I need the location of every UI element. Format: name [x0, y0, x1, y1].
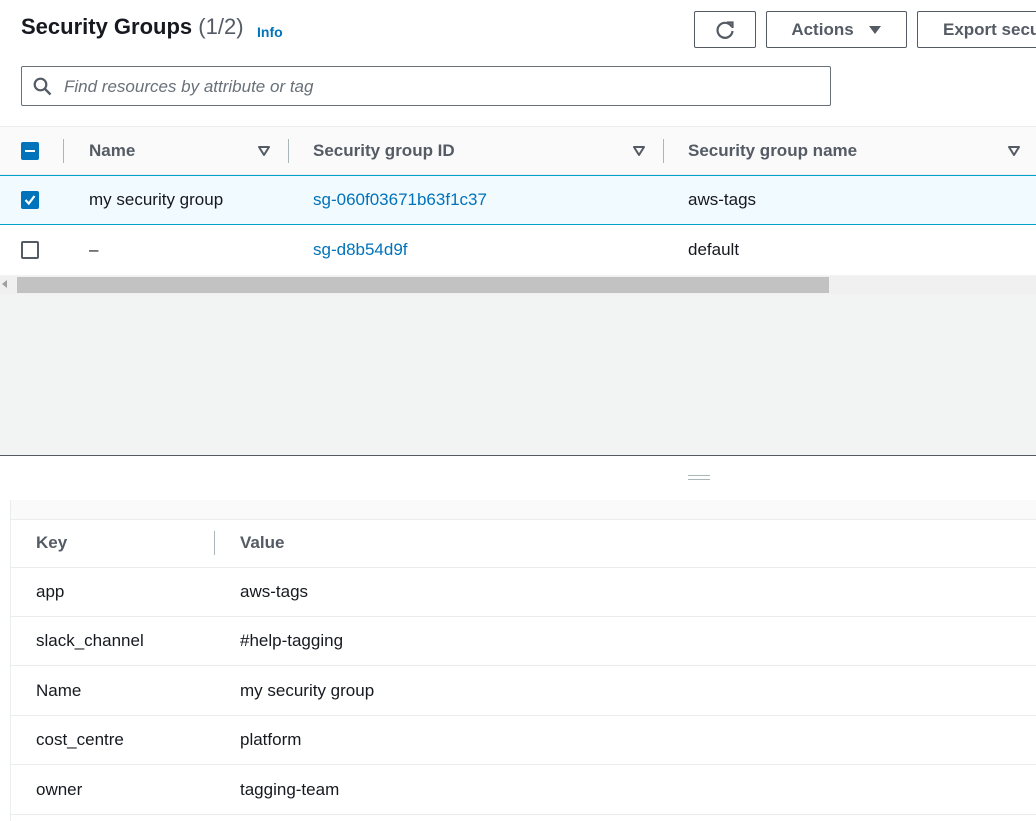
refresh-button[interactable]: [694, 11, 756, 48]
column-header-security-group-name[interactable]: Security group name: [688, 127, 857, 174]
split-pane-header: [0, 456, 1036, 500]
export-button[interactable]: Export secu: [917, 11, 1036, 48]
column-separator[interactable]: [663, 139, 664, 163]
cell-name: my security group: [89, 190, 224, 209]
tag-row: Name my security group: [11, 667, 1036, 716]
search-icon: [33, 77, 52, 96]
row-checkbox[interactable]: [21, 191, 39, 209]
cell-security-group-name: aws-tags: [688, 190, 757, 209]
tags-column-value: Value: [240, 533, 285, 552]
cell-security-group-name: default: [688, 240, 740, 259]
tags-column-key: Key: [36, 533, 68, 552]
actions-button[interactable]: Actions: [766, 11, 907, 48]
scroll-left-arrow-icon[interactable]: [2, 280, 7, 288]
tag-value: aws-tags: [240, 582, 309, 601]
tag-key: Name: [36, 681, 82, 700]
sort-triangle-icon[interactable]: [257, 144, 271, 158]
tags-header-row: Key Value: [11, 519, 1036, 568]
sort-triangle-icon[interactable]: [1007, 144, 1021, 158]
table-row[interactable]: – sg-d8b54d9f default: [0, 225, 1036, 275]
column-header-name[interactable]: Name: [89, 127, 135, 174]
tag-row: slack_channel #help-tagging: [11, 617, 1036, 666]
search-input[interactable]: [62, 67, 826, 107]
selection-count: (1/2): [198, 14, 244, 39]
tag-value: tagging-team: [240, 780, 340, 799]
tag-row: app aws-tags: [11, 568, 1036, 617]
horizontal-scrollbar-thumb[interactable]: [17, 277, 829, 293]
tag-value: my security group: [240, 681, 375, 700]
export-label: Export secu: [943, 19, 1036, 39]
tag-value: #help-tagging: [240, 631, 344, 650]
security-group-id-link[interactable]: sg-d8b54d9f: [313, 225, 408, 275]
sort-triangle-icon[interactable]: [632, 144, 646, 158]
page-title: Security Groups (1/2): [21, 14, 244, 40]
search-box: [21, 66, 831, 107]
table-row[interactable]: my security group sg-060f03671b63f1c37 a…: [0, 175, 1036, 225]
column-separator: [214, 531, 215, 555]
security-group-id-link[interactable]: sg-060f03671b63f1c37: [313, 176, 487, 224]
table-header-row: Name Security group ID Security group na…: [0, 126, 1036, 175]
tag-key: owner: [36, 780, 83, 799]
info-link[interactable]: Info: [257, 24, 283, 40]
page-title-text: Security Groups: [21, 14, 193, 39]
tag-key: slack_channel: [36, 631, 144, 650]
actions-label: Actions: [791, 19, 854, 39]
column-separator: [63, 139, 64, 163]
refresh-icon: [716, 20, 734, 39]
caret-down-icon: [868, 25, 881, 34]
tag-key: app: [36, 582, 65, 601]
row-checkbox[interactable]: [21, 241, 39, 259]
tag-key: cost_centre: [36, 730, 124, 749]
tags-panel-top-bar: [11, 500, 1036, 520]
tag-row: owner tagging-team: [11, 766, 1036, 815]
resize-handle-icon[interactable]: [688, 475, 710, 481]
select-all-checkbox[interactable]: [21, 141, 39, 160]
cell-name: –: [89, 240, 99, 259]
column-header-security-group-id[interactable]: Security group ID: [313, 127, 455, 174]
tag-row: cost_centre platform: [11, 716, 1036, 765]
checkmark-icon: [24, 195, 36, 206]
tag-value: platform: [240, 730, 302, 749]
column-separator[interactable]: [288, 139, 289, 163]
